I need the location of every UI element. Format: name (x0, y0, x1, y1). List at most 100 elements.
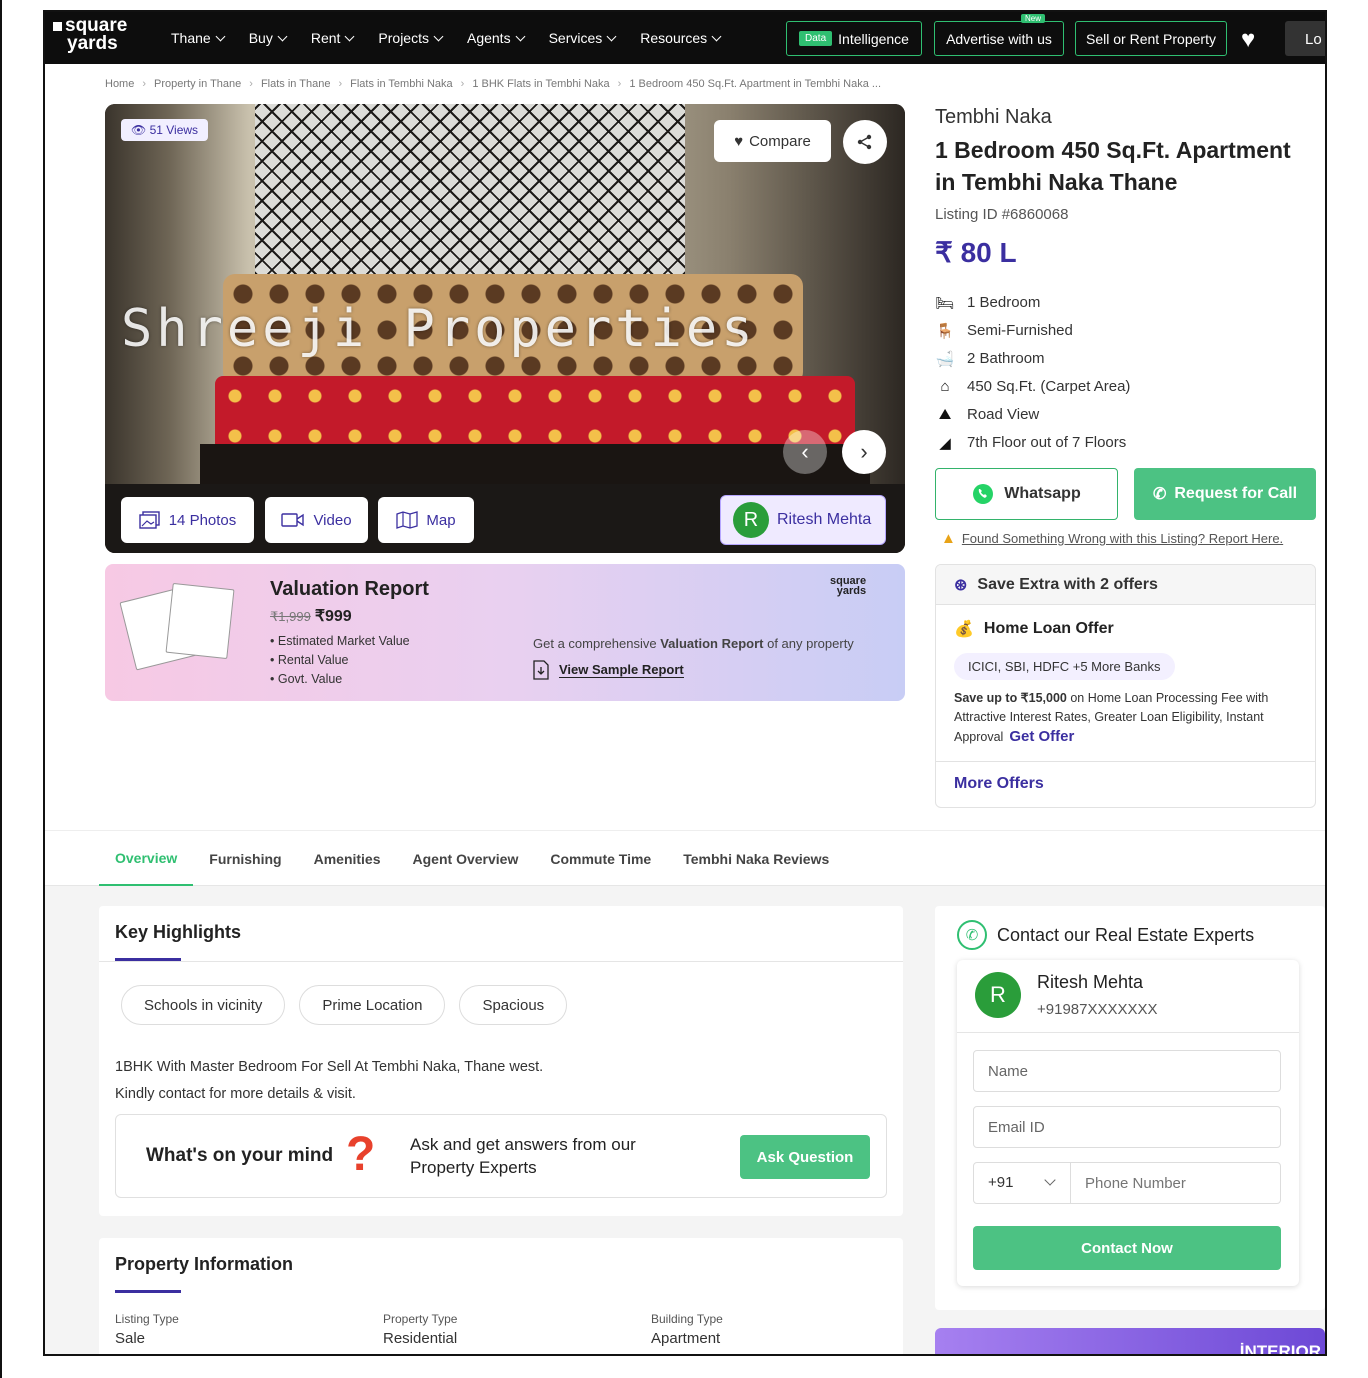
breadcrumb-item[interactable]: Property in Thane (154, 78, 241, 90)
video-label: Video (313, 511, 352, 529)
more-offers-link[interactable]: More Offers (954, 775, 1044, 793)
agent-name: Ritesh Mehta (777, 511, 872, 528)
chevron-right-icon: › (617, 78, 622, 90)
offer-title-text: Home Loan Offer (983, 620, 1114, 637)
property-photo-gallery[interactable]: Shreeji Properties 👁 51 Views ♥ Compare ‹… (105, 104, 905, 553)
photos-button[interactable]: 14 Photos (121, 497, 254, 543)
nav-projects[interactable]: Projects (378, 30, 444, 46)
country-code-select[interactable]: +91 (973, 1162, 1071, 1204)
logo-text-2: yards (67, 33, 118, 54)
sofa-icon: 🪑 (935, 323, 955, 340)
phone-icon: ✆ (957, 920, 987, 950)
valuation-report-banner[interactable]: Valuation Report ₹1,999₹999 Estimated Ma… (105, 564, 905, 701)
nav-thane[interactable]: Thane (171, 30, 226, 46)
chevron-down-icon (433, 31, 444, 41)
contact-experts-card: ✆ Contact our Real Estate Experts R Rites… (935, 906, 1325, 1310)
nav-label: Rent (310, 30, 341, 46)
agent-name: Ritesh Mehta (1037, 972, 1144, 992)
intelligence-label: Intelligence (838, 30, 909, 47)
chevron-down-icon (606, 31, 617, 41)
login-button[interactable]: Lo (1285, 21, 1325, 56)
avatar-initial: R (990, 982, 1006, 1007)
bed-icon: 🛏 (935, 295, 955, 312)
bathtub-icon: 🛁 (935, 351, 955, 368)
offers-header-text: Save Extra with 2 offers (977, 575, 1158, 593)
breadcrumb-item[interactable]: Flats in Tembhi Naka (350, 78, 453, 90)
chevron-right-icon: › (249, 78, 253, 90)
prev-photo-button[interactable]: ‹ (783, 430, 827, 474)
next-photo-button[interactable]: › (842, 430, 886, 474)
view-sample-report-link[interactable]: View Sample Report (533, 660, 684, 680)
tab-reviews[interactable]: Tembhi Naka Reviews (667, 831, 845, 887)
desc-text: Get a comprehensive (533, 636, 661, 651)
tab-amenities[interactable]: Amenities (298, 831, 397, 887)
report-listing-link[interactable]: ▲ Found Something Wrong with this Listing… (941, 530, 1283, 547)
offers-card: ⊛ Save Extra with 2 offers 💰 Home Loan Off… (935, 564, 1316, 808)
heart-icon: ♥ (734, 132, 744, 150)
request-call-button[interactable]: ✆ Request for Call (1134, 468, 1316, 520)
advertise-label: Advertise with us (946, 30, 1052, 47)
divider (99, 961, 903, 962)
get-offer-link[interactable]: Get Offer (1009, 728, 1074, 745)
advertise-button[interactable]: New Advertise with us (934, 14, 1064, 56)
download-doc-icon (533, 660, 549, 680)
discount-icon: ⊛ (954, 576, 968, 594)
nav-rent[interactable]: Rent (310, 30, 355, 46)
nav-resources[interactable]: Resources (640, 30, 722, 46)
chevron-down-icon (515, 31, 526, 41)
ask-line: Property Experts (410, 1158, 537, 1177)
map-button[interactable]: Map (378, 497, 474, 543)
contact-title-text: Contact our Real Estate Experts (997, 924, 1255, 945)
ask-text: Ask and get answers from our Property Exp… (410, 1133, 636, 1179)
email-field[interactable] (973, 1106, 1281, 1148)
name-field[interactable] (973, 1050, 1281, 1092)
feature-item: ⌂ 450 Sq.Ft. (Carpet Area) (935, 372, 1130, 400)
info-label: Property Type (383, 1312, 458, 1326)
feature-item: ⛰ Road View (935, 400, 1130, 428)
valuation-item: Rental Value (270, 651, 410, 670)
nav-services[interactable]: Services (549, 30, 617, 46)
video-button[interactable]: Video (265, 497, 368, 543)
nav-label: Agents (466, 30, 511, 46)
landscape-icon: ⛰ (938, 406, 952, 423)
contact-title: ✆ Contact our Real Estate Experts (957, 920, 1254, 950)
property-description: 1BHK With Master Bedroom For Sell At Tem… (115, 1054, 543, 1108)
whatsapp-button[interactable]: Whatsapp (935, 468, 1118, 520)
breadcrumb-item[interactable]: Flats in Thane (261, 78, 331, 90)
chevron-down-icon (711, 31, 722, 41)
data-intelligence-button[interactable]: Data Intelligence (786, 21, 922, 56)
chevron-down-icon (1044, 1174, 1056, 1186)
phone-field[interactable] (1070, 1162, 1281, 1204)
nav-agents[interactable]: Agents (466, 30, 526, 46)
feature-text: 7th Floor out of 7 Floors (967, 433, 1127, 451)
share-button[interactable] (843, 120, 887, 164)
lower-section: Key Highlights Schools in vicinity Prime… (45, 886, 1325, 1354)
ask-question-button[interactable]: Ask Question (740, 1135, 870, 1179)
listing-title: 1 Bedroom 450 Sq.Ft. Apartment in Tembhi… (935, 137, 1291, 195)
offer-desc-bold: Save up to ₹15,000 (954, 691, 1067, 705)
desc-bold: Valuation Report (660, 636, 764, 651)
tab-overview[interactable]: Overview (99, 831, 194, 887)
ask-prompt: What's on your mind (146, 1145, 334, 1166)
country-code-value: +91 (988, 1174, 1014, 1191)
tab-agent-overview[interactable]: Agent Overview (397, 831, 535, 887)
info-listing-type: Listing Type Sale (115, 1312, 179, 1347)
video-camera-icon (281, 513, 305, 527)
stairs-icon: ◢ (939, 435, 951, 452)
browser-viewport: square yards Thane Buy Rent Projects Age… (43, 10, 1327, 1356)
heart-icon[interactable]: ♥ (1241, 26, 1255, 54)
tab-commute-time[interactable]: Commute Time (534, 831, 667, 887)
nav-buy[interactable]: Buy (249, 30, 288, 46)
offers-header: ⊛ Save Extra with 2 offers (936, 565, 1315, 605)
info-value: Apartment (651, 1330, 721, 1347)
breadcrumb-item[interactable]: Home (105, 78, 134, 90)
contact-now-button[interactable]: Contact Now (973, 1226, 1281, 1270)
breadcrumb-item[interactable]: 1 BHK Flats in Tembhi Naka (472, 78, 609, 90)
new-badge: New (1020, 14, 1045, 23)
squareyards-logo[interactable]: square yards (53, 16, 127, 54)
agent-chip[interactable]: R Ritesh Mehta (720, 495, 886, 545)
tab-furnishing[interactable]: Furnishing (193, 831, 297, 887)
compare-button[interactable]: ♥ Compare (714, 120, 831, 162)
sell-rent-button[interactable]: Sell or Rent Property (1075, 21, 1227, 56)
interior-banner[interactable]: İNTERIOR (935, 1328, 1325, 1354)
